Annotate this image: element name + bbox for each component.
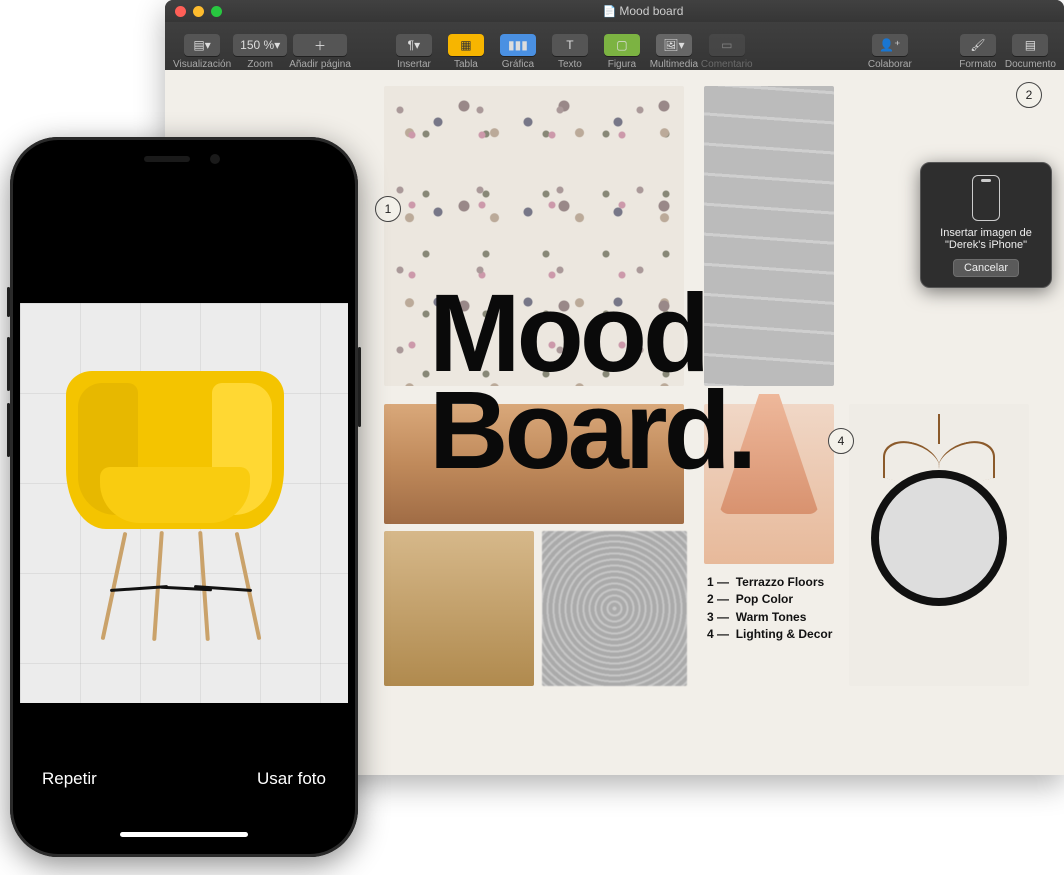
image-leather-sofa[interactable] [384, 531, 534, 686]
volume-down-button[interactable] [7, 403, 10, 457]
title-line2: Board. [429, 369, 753, 492]
chart-label: Gráfica [502, 59, 534, 70]
camera-bottom-bar: Repetir Usar foto [20, 703, 348, 847]
view-button[interactable]: ▤▾ Visualización [173, 34, 231, 70]
document-label: Documento [1005, 59, 1056, 70]
pilcrow-icon: ¶▾ [396, 34, 432, 56]
popover-text: Insertar imagen de "Derek's iPhone" [929, 227, 1043, 251]
legend[interactable]: 1 — Terrazzo Floors 2 — Pop Color 3 — Wa… [707, 574, 832, 644]
collaborate-icon: 👤⁺ [872, 34, 908, 56]
legend-row: 3 — Warm Tones [707, 609, 832, 626]
legend-row: 2 — Pop Color [707, 591, 832, 608]
table-icon: ▦ [448, 34, 484, 56]
document-button[interactable]: ▤ Documento [1005, 34, 1056, 70]
volume-up-button[interactable] [7, 337, 10, 391]
media-button[interactable]: 🖼▾ Multimedia [649, 34, 699, 70]
table-button[interactable]: ▦ Tabla [441, 34, 491, 70]
image-fur[interactable] [542, 531, 687, 686]
format-button[interactable]: 🖌 Formato [953, 34, 1003, 70]
table-label: Tabla [454, 59, 478, 70]
shape-icon: ▢ [604, 34, 640, 56]
callout-4: 4 [828, 428, 854, 454]
yellow-chair [66, 371, 284, 621]
iphone-screen: Repetir Usar foto [20, 147, 348, 847]
iphone-bezel: Repetir Usar foto [20, 147, 348, 847]
chart-button[interactable]: ▮▮▮ Gráfica [493, 34, 543, 70]
document-icon: ▤ [1012, 34, 1048, 56]
image-mirror[interactable] [849, 404, 1029, 686]
brush-icon: 🖌 [960, 34, 996, 56]
media-label: Multimedia [650, 59, 698, 70]
add-page-button[interactable]: ＋ Añadir página [289, 34, 351, 70]
insert-button[interactable]: ¶▾ Insertar [389, 34, 439, 70]
titlebar[interactable]: Mood board [165, 0, 1064, 22]
continuity-camera-popover: Insertar imagen de "Derek's iPhone" Canc… [920, 162, 1052, 288]
close-icon[interactable] [175, 6, 186, 17]
toolbar: ▤▾ Visualización 150 %▾ Zoom ＋ Añadir pá… [165, 22, 1064, 75]
window-title: Mood board [232, 4, 1054, 18]
captured-photo[interactable] [20, 303, 348, 703]
zoom-value: 150 %▾ [233, 34, 287, 56]
side-button[interactable] [358, 347, 361, 427]
retake-button[interactable]: Repetir [42, 769, 97, 789]
use-photo-button[interactable]: Usar foto [257, 769, 326, 789]
callout-1: 1 [375, 196, 401, 222]
legend-row: 1 — Terrazzo Floors [707, 574, 832, 591]
collaborate-button[interactable]: 👤⁺ Colaborar [865, 34, 915, 70]
iphone-device: Repetir Usar foto [10, 137, 358, 857]
legend-row: 4 — Lighting & Decor [707, 626, 832, 643]
format-label: Formato [959, 59, 996, 70]
shape-button[interactable]: ▢ Figura [597, 34, 647, 70]
zoom-button[interactable]: 150 %▾ Zoom [233, 34, 287, 70]
iphone-outline-icon [972, 175, 1000, 221]
window-controls [175, 6, 222, 17]
round-mirror [871, 470, 1007, 606]
text-icon: T [552, 34, 588, 56]
zoom-label: Zoom [247, 59, 273, 70]
page-title[interactable]: Mood Board. [429, 286, 753, 480]
cancel-button[interactable]: Cancelar [953, 259, 1019, 277]
minimize-icon[interactable] [193, 6, 204, 17]
collaborate-label: Colaborar [868, 59, 912, 70]
text-label: Texto [558, 59, 582, 70]
shape-label: Figura [608, 59, 636, 70]
callout-2: 2 [1016, 82, 1042, 108]
comment-icon: ▭ [709, 34, 745, 56]
notch [104, 147, 264, 173]
text-button[interactable]: T Texto [545, 34, 595, 70]
home-indicator[interactable] [120, 832, 248, 837]
media-icon: 🖼▾ [656, 34, 692, 56]
insert-label: Insertar [397, 59, 431, 70]
view-icon: ▤▾ [184, 34, 220, 56]
chart-icon: ▮▮▮ [500, 34, 536, 56]
mute-switch[interactable] [7, 287, 10, 317]
mirror-hanger [938, 414, 940, 444]
comment-button[interactable]: ▭ Comentario [701, 34, 753, 70]
plus-icon: ＋ [293, 34, 347, 56]
add-page-label: Añadir página [289, 59, 351, 70]
comment-label: Comentario [701, 59, 753, 70]
view-label: Visualización [173, 59, 231, 70]
zoom-icon[interactable] [211, 6, 222, 17]
